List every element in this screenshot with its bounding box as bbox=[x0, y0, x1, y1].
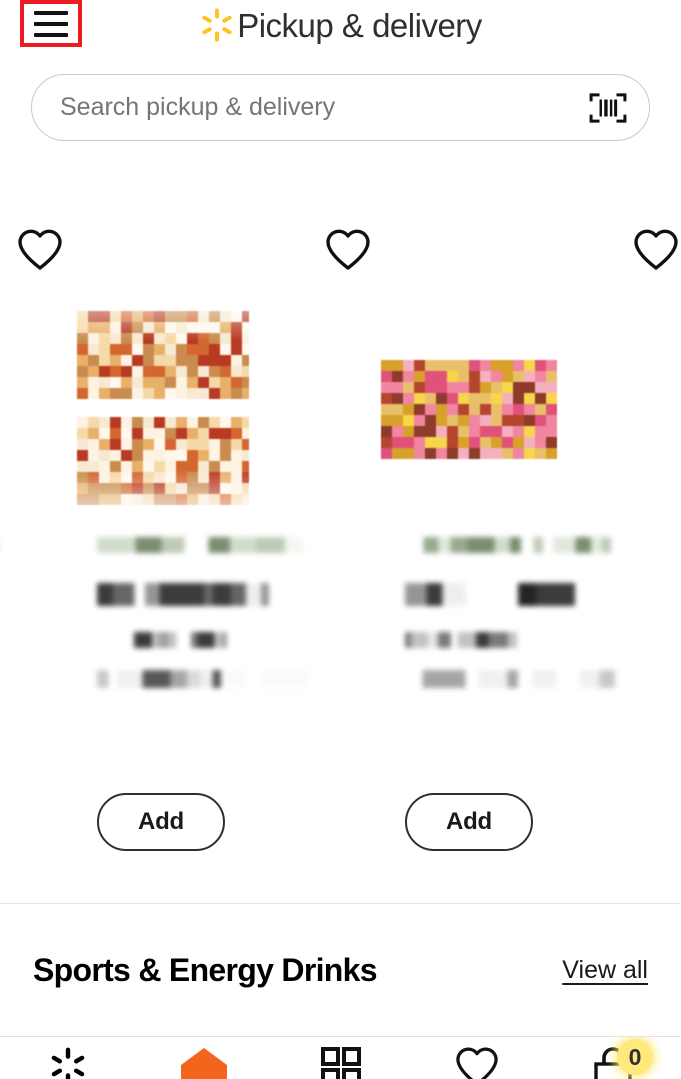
app-header: Pickup & delivery Search pickup & delive… bbox=[0, 0, 681, 160]
product-image[interactable] bbox=[381, 305, 557, 505]
product-badge-redacted bbox=[97, 537, 303, 553]
nav-favorites[interactable] bbox=[409, 1037, 545, 1079]
product-badge-redacted bbox=[405, 537, 611, 553]
hamburger-menu-button[interactable] bbox=[20, 0, 82, 47]
search-input[interactable]: Search pickup & delivery bbox=[60, 95, 589, 120]
nav-departments[interactable] bbox=[272, 1037, 408, 1079]
walmart-spark-icon bbox=[202, 8, 232, 42]
hamburger-bar-1 bbox=[34, 10, 68, 15]
heart-outline-icon bbox=[18, 229, 62, 270]
product-detail-redacted bbox=[97, 670, 307, 688]
product-price-redacted bbox=[97, 583, 270, 606]
add-to-cart-button[interactable]: Add bbox=[405, 793, 533, 851]
page-title-row: Pickup & delivery bbox=[0, 0, 681, 50]
barcode-scan-icon[interactable] bbox=[589, 92, 627, 124]
favorite-heart-button[interactable] bbox=[325, 228, 371, 272]
product-info bbox=[97, 537, 307, 688]
product-detail-redacted bbox=[0, 670, 4, 688]
product-title-redacted bbox=[405, 632, 536, 648]
product-image[interactable] bbox=[73, 305, 249, 505]
product-title-redacted bbox=[97, 632, 228, 648]
product-info bbox=[0, 537, 4, 688]
section-title: Sports & Energy Drinks bbox=[33, 952, 378, 988]
product-card[interactable]: Add bbox=[319, 185, 619, 885]
heart-outline-icon bbox=[326, 229, 370, 270]
section-header: Sports & Energy Drinks View all bbox=[0, 904, 681, 1036]
nav-shop[interactable] bbox=[136, 1037, 272, 1079]
nav-cart[interactable]: 0 bbox=[545, 1037, 681, 1079]
product-card[interactable]: Add bbox=[627, 185, 681, 885]
favorite-heart-button[interactable] bbox=[17, 228, 63, 272]
app-root: Pickup & delivery Search pickup & delive… bbox=[0, 0, 681, 1079]
bottom-navigation-bar: 0 bbox=[0, 1036, 681, 1079]
favorite-heart-button[interactable] bbox=[633, 228, 679, 272]
view-all-link[interactable]: View all bbox=[562, 957, 648, 983]
product-detail-redacted bbox=[405, 670, 615, 688]
nav-home-spark[interactable] bbox=[0, 1037, 136, 1079]
hamburger-bar-3 bbox=[34, 32, 68, 37]
product-price-redacted bbox=[405, 583, 578, 606]
search-bar[interactable]: Search pickup & delivery bbox=[31, 74, 650, 141]
walmart-spark-icon bbox=[51, 1047, 85, 1079]
add-to-cart-button[interactable]: Add bbox=[97, 793, 225, 851]
product-card[interactable]: Add bbox=[0, 185, 8, 885]
product-card[interactable]: Add bbox=[11, 185, 311, 885]
grid-squares-icon bbox=[320, 1047, 361, 1079]
product-info bbox=[405, 537, 615, 688]
cart-count-badge: 0 bbox=[617, 1039, 654, 1075]
hamburger-bar-2 bbox=[34, 21, 68, 26]
page-title: Pickup & delivery bbox=[237, 6, 482, 44]
heart-outline-icon bbox=[455, 1047, 498, 1079]
heart-outline-icon bbox=[634, 229, 678, 270]
shop-store-icon bbox=[181, 1048, 228, 1079]
product-carousel[interactable]: Add Add bbox=[0, 185, 681, 903]
